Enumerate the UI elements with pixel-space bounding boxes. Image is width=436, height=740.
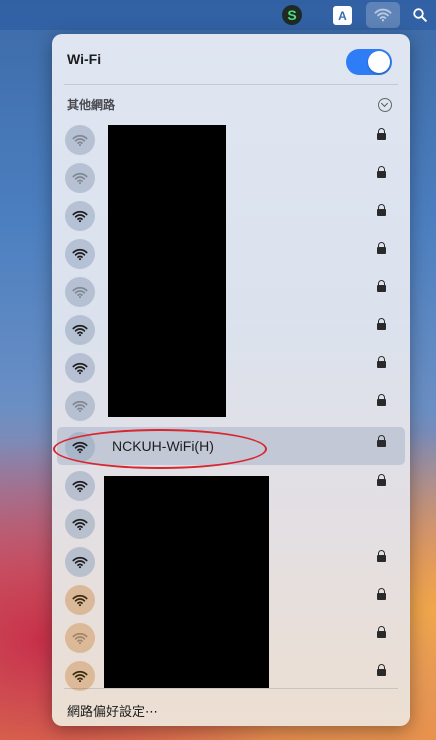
input-source-label: A	[338, 8, 347, 23]
wifi-signal-badge	[65, 471, 95, 501]
lock-icon	[377, 435, 386, 447]
s-app-label: S	[287, 7, 297, 23]
wifi-icon	[72, 324, 88, 336]
lock-icon	[377, 280, 386, 292]
magnifier-glyph	[413, 8, 427, 22]
lock-icon	[377, 318, 386, 330]
wifi-icon	[72, 210, 88, 222]
divider	[64, 688, 398, 689]
network-row[interactable]	[52, 158, 410, 196]
wifi-signal-badge	[65, 239, 95, 269]
wifi-signal-badge	[65, 547, 95, 577]
lock-icon	[377, 204, 386, 216]
wifi-icon	[72, 248, 88, 260]
wifi-signal-badge	[65, 201, 95, 231]
wifi-signal-badge	[65, 661, 95, 691]
wifi-icon	[72, 556, 88, 568]
lock-icon	[377, 664, 386, 676]
lock-icon	[377, 356, 386, 368]
wifi-signal-badge	[65, 391, 95, 421]
network-row[interactable]	[52, 348, 410, 386]
wifi-signal-badge	[65, 163, 95, 193]
wifi-icon	[72, 480, 88, 492]
lock-icon	[377, 394, 386, 406]
wifi-icon	[72, 172, 88, 184]
wifi-toggle[interactable]	[346, 49, 392, 75]
wifi-icon	[72, 594, 88, 606]
wifi-menu-icon[interactable]	[366, 2, 400, 28]
input-source-icon[interactable]: A	[333, 6, 352, 25]
redaction-block	[104, 476, 269, 688]
wifi-menu-panel: Wi-Fi 其他網路 NCKUH-WiFi(H) 網路偏好設定⋯	[52, 34, 410, 726]
highlight-circle	[53, 429, 267, 469]
redaction-block	[108, 125, 226, 417]
wifi-icon	[374, 8, 392, 22]
wifi-icon	[72, 400, 88, 412]
divider	[64, 84, 398, 85]
network-row[interactable]	[52, 234, 410, 272]
search-icon[interactable]	[410, 5, 430, 25]
wifi-signal-badge	[65, 623, 95, 653]
wifi-icon	[72, 518, 88, 530]
wifi-signal-badge	[65, 585, 95, 615]
lock-icon	[377, 166, 386, 178]
s-app-icon[interactable]: S	[282, 5, 302, 25]
chevron-down-icon[interactable]	[378, 98, 392, 112]
toggle-knob	[368, 51, 390, 73]
network-row[interactable]	[52, 386, 410, 424]
wifi-icon	[72, 134, 88, 146]
lock-icon	[377, 242, 386, 254]
lock-icon	[377, 474, 386, 486]
lock-icon	[377, 626, 386, 638]
wifi-icon	[72, 670, 88, 682]
network-row[interactable]	[52, 272, 410, 310]
network-row[interactable]	[52, 196, 410, 234]
wifi-title: Wi-Fi	[67, 51, 102, 67]
lock-icon	[377, 128, 386, 140]
wifi-signal-badge	[65, 509, 95, 539]
network-row[interactable]	[52, 120, 410, 158]
lock-icon	[377, 588, 386, 600]
other-networks-label: 其他網路	[67, 98, 116, 112]
network-row[interactable]	[52, 310, 410, 348]
wifi-icon	[72, 632, 88, 644]
wifi-signal-badge	[65, 125, 95, 155]
wifi-icon	[72, 362, 88, 374]
lock-icon	[377, 550, 386, 562]
wifi-signal-badge	[65, 277, 95, 307]
wifi-icon	[72, 286, 88, 298]
network-preferences-link[interactable]: 網路偏好設定⋯	[67, 701, 158, 720]
wifi-signal-badge	[65, 315, 95, 345]
menu-bar: S A	[0, 0, 436, 30]
wifi-signal-badge	[65, 353, 95, 383]
